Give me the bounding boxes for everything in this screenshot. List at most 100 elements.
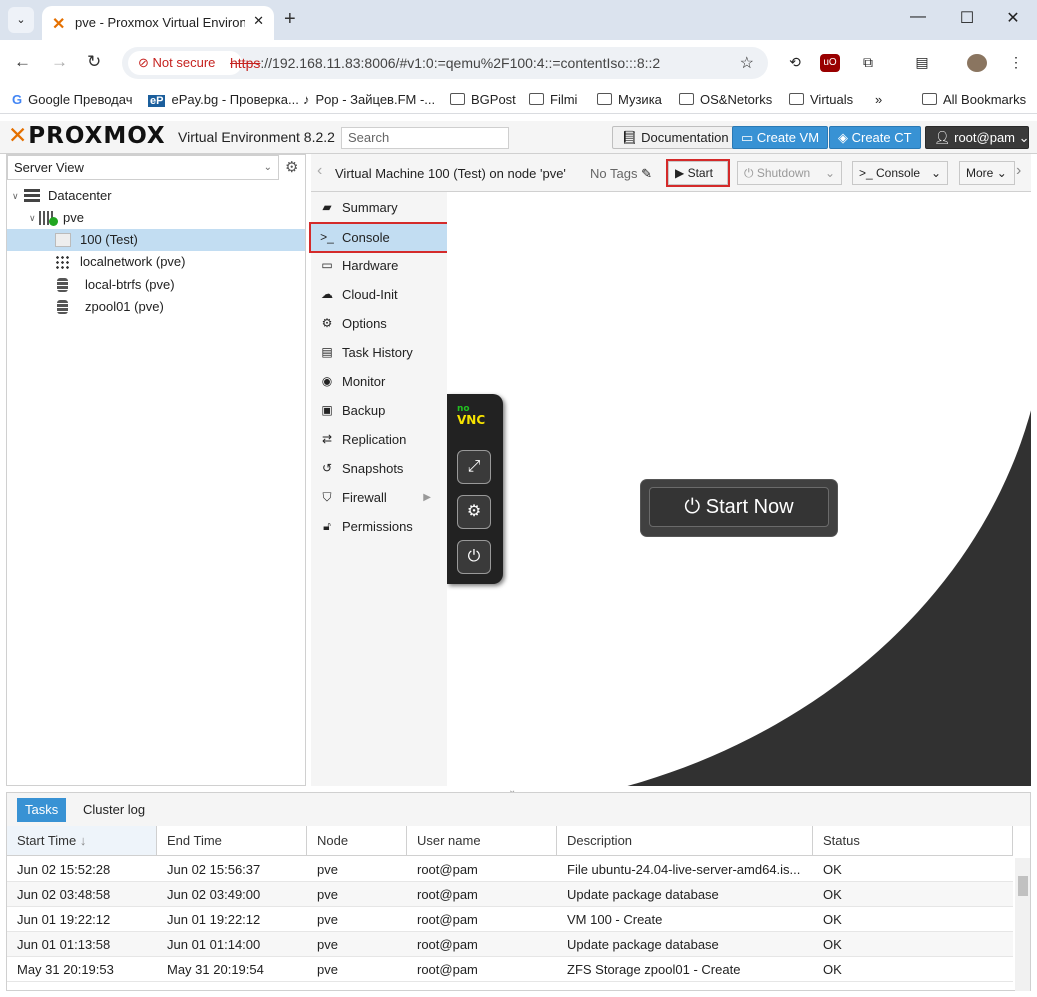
server-view-select[interactable]: Server View ⌄ [7,155,279,180]
fullscreen-button[interactable]: ⤢ [457,450,491,484]
bookmark-folder[interactable]: Virtuals [789,92,853,107]
tree-item-label: zpool01 (pve) [85,299,164,314]
bookmark-item[interactable]: ♪ Pop - Зайцев.FM -... [303,92,435,107]
extensions-icon[interactable]: ⧉ [858,54,878,72]
bookmark-folder[interactable]: OS&Netorks [679,92,772,107]
not-secure-chip[interactable]: ⊘ Not secure [128,51,242,75]
cube-icon: ◈ [838,130,852,145]
column-start-time[interactable]: Start Time ↓ [7,826,157,856]
all-bookmarks-folder[interactable]: All Bookmarks [922,92,1026,107]
bookmark-item[interactable]: eP ePay.bg - Проверка... [148,92,299,107]
tree-item-localnetwork[interactable]: localnetwork (pve) [7,251,305,273]
browser-menu-icon[interactable]: ⋮ [1006,54,1026,72]
tab-cluster-log[interactable]: Cluster log [75,798,153,822]
nav-permissions[interactable]: 🔓︎ Permissions [311,513,447,540]
tree-item-datacenter[interactable]: ∨ Datacenter [7,185,305,207]
gear-icon[interactable]: ⚙ [285,158,298,176]
search-input[interactable]: Search [341,127,509,149]
profile-avatar[interactable] [967,54,987,72]
omnibox[interactable]: ⊘ Not secure https://192.168.11.83:8006/… [122,47,768,79]
nav-options[interactable]: ⚙ Options [311,310,447,337]
user-menu-button[interactable]: 👤︎ root@pam ⌄ [925,126,1030,149]
shutdown-button[interactable]: ⏻ Shutdown ⌄ [737,161,842,185]
documentation-button[interactable]: 📘︎ Documentation [612,126,738,149]
url-text[interactable]: https://192.168.11.83:8006/#v1:0:=qemu%2… [230,55,660,71]
folder-icon [789,93,804,105]
column-user-name[interactable]: User name [407,826,557,856]
reload-button[interactable]: ↻ [87,52,101,72]
nav-hardware[interactable]: ▭ Hardware [311,252,447,279]
bookmarks-overflow-icon[interactable]: » [875,92,882,107]
start-button[interactable]: ▶ Start [666,159,730,187]
table-row[interactable]: Jun 01 01:13:58 Jun 01 01:14:00 pve root@pa… [7,932,1013,957]
table-cell: Update package database [567,887,719,902]
table-row[interactable]: Jun 02 03:48:58 Jun 02 03:49:00 pve root@pa… [7,882,1013,907]
tree-item-local-btrfs[interactable]: local-btrfs (pve) [7,274,305,296]
folder-icon [529,93,544,105]
tab-tasks[interactable]: Tasks [17,798,67,822]
back-button[interactable]: ← [14,52,31,72]
create-ct-button[interactable]: ◈ Create CT [829,126,921,149]
nav-snapshots[interactable]: ↺ Snapshots [311,455,447,482]
create-vm-button[interactable]: ▭ Create VM [732,126,829,149]
forward-button[interactable]: → [51,52,68,72]
table-row[interactable]: May 31 20:19:53 May 31 20:19:54 pve root@pa… [7,957,1013,982]
column-node[interactable]: Node [307,826,407,856]
nav-task-history[interactable]: ▤ Task History [311,339,447,366]
close-window-button[interactable]: ✕ [998,8,1028,28]
nav-replication[interactable]: ⇄ Replication [311,426,447,453]
google-translate-icon: G [12,92,23,107]
nav-summary[interactable]: ▰ Summary [311,194,447,221]
tags-editor[interactable]: No Tags ✎ [590,166,652,182]
bookmark-star-icon[interactable]: ☆ [740,53,754,73]
table-cell: Jun 01 19:22:12 [17,912,111,927]
proxmox-favicon-icon: ✕ [52,16,66,33]
close-tab-icon[interactable]: ✕ [253,13,264,29]
scroll-right-icon[interactable]: › [1016,162,1021,180]
browser-tab[interactable]: ✕ pve - Proxmox Virtual Environm ✕ [42,6,274,40]
start-now-button[interactable]: ⏻ Start Now [649,487,829,527]
nav-backup[interactable]: ▣ Backup [311,397,447,424]
scrollbar-thumb[interactable] [1018,876,1028,896]
new-tab-button[interactable]: + [284,8,296,31]
nav-cloud-init[interactable]: ☁ Cloud-Init [311,281,447,308]
console-button[interactable]: >_ Console ⌄ [852,161,948,185]
column-end-time[interactable]: End Time [157,826,307,856]
power-button[interactable]: ⏻ [457,540,491,574]
bookmark-item[interactable]: G Google Преводач [12,92,132,107]
grid-scrollbar[interactable] [1015,858,1030,991]
nav-monitor[interactable]: ◉ Monitor [311,368,447,395]
more-button[interactable]: More ⌄ [959,161,1015,185]
settings-button[interactable]: ⚙ [457,495,491,529]
table-cell: Jun 01 01:14:00 [167,937,261,952]
tree-item-vm-100[interactable]: 100 (Test) [7,229,305,251]
table-cell: May 31 20:19:54 [167,962,264,977]
bookmark-folder[interactable]: Filmi [529,92,577,107]
history-sync-icon[interactable]: ⟲ [785,54,805,72]
table-row[interactable]: Jun 01 19:22:12 Jun 01 19:22:12 pve root@pa… [7,907,1013,932]
floppy-icon: ▣ [321,403,333,417]
datacenter-icon [24,189,40,203]
table-row[interactable]: Jun 02 15:52:28 Jun 02 15:56:37 pve root@pa… [7,857,1013,882]
tree-item-pve[interactable]: ∨ pve [7,207,305,229]
bookmark-folder[interactable]: BGPost [450,92,516,107]
novnc-console[interactable]: no VNC ⤢ ⚙ ⏻ Guest not running ⏻ Start No… [447,192,1031,786]
bookmark-folder[interactable]: Музика [597,92,662,107]
scroll-left-icon[interactable]: ‹ [317,162,322,180]
nav-console[interactable]: >_ Console [309,222,449,253]
reading-list-icon[interactable]: ▤ [912,54,932,72]
minimize-button[interactable]: — [903,8,933,26]
log-tabs: Tasks Cluster log [7,793,1030,826]
tab-search-button[interactable]: ⌄ [8,7,34,33]
column-description[interactable]: Description [557,826,813,856]
column-status[interactable]: Status [813,826,1013,856]
proxmox-logo[interactable]: ✕PROXMOX [8,123,166,149]
ublock-icon[interactable]: uO [820,54,840,72]
fullscreen-icon: ⤢ [467,458,481,475]
table-cell: OK [823,862,842,877]
table-cell: OK [823,887,842,902]
maximize-button[interactable]: ☐ [952,8,982,28]
collapse-icon: ∨ [12,191,19,201]
tree-item-zpool01[interactable]: zpool01 (pve) [7,296,305,318]
nav-firewall[interactable]: ⛉ Firewall ▶ [311,484,447,511]
